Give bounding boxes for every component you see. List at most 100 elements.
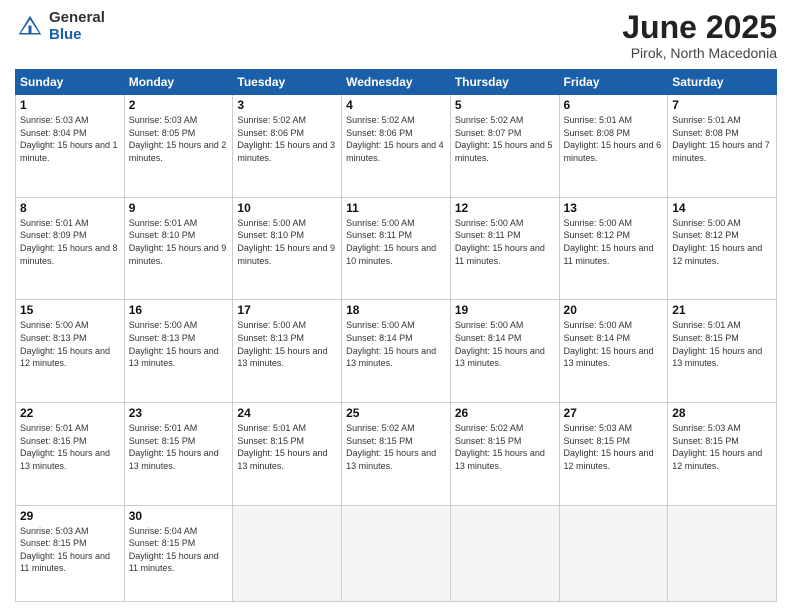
logo-blue-text: Blue	[49, 27, 105, 44]
calendar-cell: 6 Sunrise: 5:01 AMSunset: 8:08 PMDayligh…	[559, 95, 668, 198]
month-title: June 2025	[622, 10, 777, 45]
calendar-cell: 22 Sunrise: 5:01 AMSunset: 8:15 PMDaylig…	[16, 402, 125, 505]
calendar-cell: 3 Sunrise: 5:02 AMSunset: 8:06 PMDayligh…	[233, 95, 342, 198]
calendar-header-thursday: Thursday	[450, 70, 559, 95]
logo: General Blue	[15, 10, 105, 43]
day-number: 9	[129, 201, 229, 215]
day-number: 30	[129, 509, 229, 523]
day-info: Sunrise: 5:02 AMSunset: 8:15 PMDaylight:…	[455, 423, 545, 471]
day-info: Sunrise: 5:02 AMSunset: 8:06 PMDaylight:…	[237, 115, 335, 163]
day-number: 7	[672, 98, 772, 112]
calendar-header-friday: Friday	[559, 70, 668, 95]
day-number: 11	[346, 201, 446, 215]
logo-icon	[15, 12, 45, 42]
day-info: Sunrise: 5:01 AMSunset: 8:15 PMDaylight:…	[129, 423, 219, 471]
day-info: Sunrise: 5:03 AMSunset: 8:15 PMDaylight:…	[20, 526, 110, 574]
calendar-cell: 18 Sunrise: 5:00 AMSunset: 8:14 PMDaylig…	[342, 300, 451, 403]
calendar-week-2: 8 Sunrise: 5:01 AMSunset: 8:09 PMDayligh…	[16, 197, 777, 300]
calendar-header-row: SundayMondayTuesdayWednesdayThursdayFrid…	[16, 70, 777, 95]
day-number: 3	[237, 98, 337, 112]
calendar-cell: 23 Sunrise: 5:01 AMSunset: 8:15 PMDaylig…	[124, 402, 233, 505]
day-number: 27	[564, 406, 664, 420]
day-info: Sunrise: 5:01 AMSunset: 8:15 PMDaylight:…	[20, 423, 110, 471]
location-title: Pirok, North Macedonia	[622, 45, 777, 61]
day-info: Sunrise: 5:00 AMSunset: 8:10 PMDaylight:…	[237, 218, 335, 266]
day-info: Sunrise: 5:00 AMSunset: 8:13 PMDaylight:…	[20, 320, 110, 368]
day-info: Sunrise: 5:04 AMSunset: 8:15 PMDaylight:…	[129, 526, 219, 574]
day-info: Sunrise: 5:01 AMSunset: 8:09 PMDaylight:…	[20, 218, 118, 266]
calendar-cell: 4 Sunrise: 5:02 AMSunset: 8:06 PMDayligh…	[342, 95, 451, 198]
calendar-cell: 19 Sunrise: 5:00 AMSunset: 8:14 PMDaylig…	[450, 300, 559, 403]
day-info: Sunrise: 5:00 AMSunset: 8:12 PMDaylight:…	[672, 218, 762, 266]
calendar-cell: 5 Sunrise: 5:02 AMSunset: 8:07 PMDayligh…	[450, 95, 559, 198]
calendar-cell	[450, 505, 559, 602]
day-number: 17	[237, 303, 337, 317]
calendar-cell: 16 Sunrise: 5:00 AMSunset: 8:13 PMDaylig…	[124, 300, 233, 403]
calendar-cell: 12 Sunrise: 5:00 AMSunset: 8:11 PMDaylig…	[450, 197, 559, 300]
day-number: 5	[455, 98, 555, 112]
calendar-cell: 25 Sunrise: 5:02 AMSunset: 8:15 PMDaylig…	[342, 402, 451, 505]
calendar-header-wednesday: Wednesday	[342, 70, 451, 95]
calendar-table: SundayMondayTuesdayWednesdayThursdayFrid…	[15, 69, 777, 602]
day-number: 25	[346, 406, 446, 420]
day-number: 28	[672, 406, 772, 420]
day-number: 18	[346, 303, 446, 317]
day-number: 13	[564, 201, 664, 215]
day-number: 1	[20, 98, 120, 112]
calendar-header-saturday: Saturday	[668, 70, 777, 95]
day-info: Sunrise: 5:01 AMSunset: 8:15 PMDaylight:…	[237, 423, 327, 471]
logo-text: General Blue	[49, 10, 105, 43]
calendar-cell	[342, 505, 451, 602]
day-number: 21	[672, 303, 772, 317]
day-info: Sunrise: 5:00 AMSunset: 8:14 PMDaylight:…	[346, 320, 436, 368]
calendar-cell: 11 Sunrise: 5:00 AMSunset: 8:11 PMDaylig…	[342, 197, 451, 300]
day-info: Sunrise: 5:00 AMSunset: 8:14 PMDaylight:…	[564, 320, 654, 368]
day-number: 8	[20, 201, 120, 215]
calendar-cell: 9 Sunrise: 5:01 AMSunset: 8:10 PMDayligh…	[124, 197, 233, 300]
calendar-cell: 17 Sunrise: 5:00 AMSunset: 8:13 PMDaylig…	[233, 300, 342, 403]
page: General Blue June 2025 Pirok, North Mace…	[0, 0, 792, 612]
day-info: Sunrise: 5:02 AMSunset: 8:06 PMDaylight:…	[346, 115, 444, 163]
day-info: Sunrise: 5:00 AMSunset: 8:14 PMDaylight:…	[455, 320, 545, 368]
calendar-week-1: 1 Sunrise: 5:03 AMSunset: 8:04 PMDayligh…	[16, 95, 777, 198]
title-block: June 2025 Pirok, North Macedonia	[622, 10, 777, 61]
calendar-cell: 1 Sunrise: 5:03 AMSunset: 8:04 PMDayligh…	[16, 95, 125, 198]
calendar-cell: 15 Sunrise: 5:00 AMSunset: 8:13 PMDaylig…	[16, 300, 125, 403]
day-number: 15	[20, 303, 120, 317]
day-number: 10	[237, 201, 337, 215]
calendar-cell: 27 Sunrise: 5:03 AMSunset: 8:15 PMDaylig…	[559, 402, 668, 505]
day-info: Sunrise: 5:03 AMSunset: 8:05 PMDaylight:…	[129, 115, 227, 163]
day-number: 12	[455, 201, 555, 215]
day-number: 22	[20, 406, 120, 420]
calendar-cell	[233, 505, 342, 602]
calendar-cell: 24 Sunrise: 5:01 AMSunset: 8:15 PMDaylig…	[233, 402, 342, 505]
day-info: Sunrise: 5:01 AMSunset: 8:08 PMDaylight:…	[564, 115, 662, 163]
calendar-cell: 30 Sunrise: 5:04 AMSunset: 8:15 PMDaylig…	[124, 505, 233, 602]
calendar-cell: 29 Sunrise: 5:03 AMSunset: 8:15 PMDaylig…	[16, 505, 125, 602]
calendar-week-5: 29 Sunrise: 5:03 AMSunset: 8:15 PMDaylig…	[16, 505, 777, 602]
calendar-cell: 28 Sunrise: 5:03 AMSunset: 8:15 PMDaylig…	[668, 402, 777, 505]
day-info: Sunrise: 5:00 AMSunset: 8:12 PMDaylight:…	[564, 218, 654, 266]
calendar-header-monday: Monday	[124, 70, 233, 95]
calendar-cell: 10 Sunrise: 5:00 AMSunset: 8:10 PMDaylig…	[233, 197, 342, 300]
day-info: Sunrise: 5:01 AMSunset: 8:10 PMDaylight:…	[129, 218, 227, 266]
day-info: Sunrise: 5:02 AMSunset: 8:07 PMDaylight:…	[455, 115, 553, 163]
day-number: 24	[237, 406, 337, 420]
calendar-cell: 20 Sunrise: 5:00 AMSunset: 8:14 PMDaylig…	[559, 300, 668, 403]
calendar-week-4: 22 Sunrise: 5:01 AMSunset: 8:15 PMDaylig…	[16, 402, 777, 505]
day-info: Sunrise: 5:03 AMSunset: 8:15 PMDaylight:…	[672, 423, 762, 471]
calendar-header-sunday: Sunday	[16, 70, 125, 95]
day-info: Sunrise: 5:02 AMSunset: 8:15 PMDaylight:…	[346, 423, 436, 471]
header: General Blue June 2025 Pirok, North Mace…	[15, 10, 777, 61]
day-info: Sunrise: 5:03 AMSunset: 8:04 PMDaylight:…	[20, 115, 118, 163]
calendar-cell	[559, 505, 668, 602]
day-info: Sunrise: 5:00 AMSunset: 8:13 PMDaylight:…	[129, 320, 219, 368]
day-info: Sunrise: 5:01 AMSunset: 8:15 PMDaylight:…	[672, 320, 762, 368]
day-number: 26	[455, 406, 555, 420]
day-number: 19	[455, 303, 555, 317]
calendar-cell: 7 Sunrise: 5:01 AMSunset: 8:08 PMDayligh…	[668, 95, 777, 198]
calendar-cell: 2 Sunrise: 5:03 AMSunset: 8:05 PMDayligh…	[124, 95, 233, 198]
day-info: Sunrise: 5:03 AMSunset: 8:15 PMDaylight:…	[564, 423, 654, 471]
calendar-cell: 8 Sunrise: 5:01 AMSunset: 8:09 PMDayligh…	[16, 197, 125, 300]
calendar-week-3: 15 Sunrise: 5:00 AMSunset: 8:13 PMDaylig…	[16, 300, 777, 403]
